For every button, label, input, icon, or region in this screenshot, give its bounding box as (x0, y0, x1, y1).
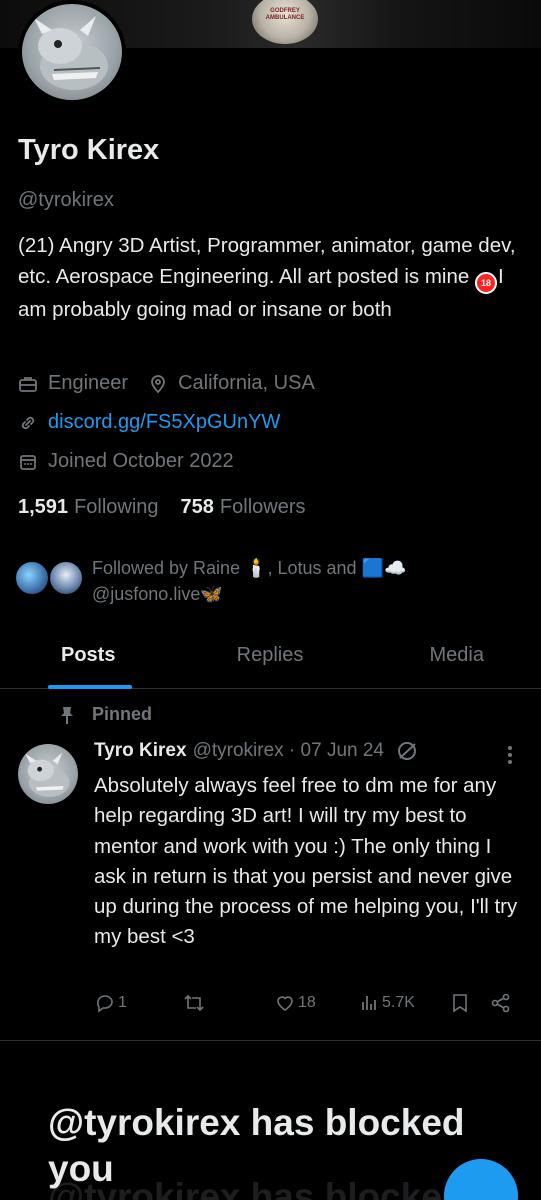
ambulance-emblem (252, 0, 318, 44)
bio-text-1: (21) Angry 3D Artist, Programmer, animat… (18, 234, 516, 288)
profession: Engineer (48, 372, 129, 394)
tab-media-label: Media (429, 644, 484, 666)
post-author-name[interactable]: Tyro Kirex (94, 740, 187, 762)
follower-avatar-1 (14, 560, 50, 596)
post-actions: 1 18 5.7K (94, 992, 524, 1022)
profile-meta-row-2: discord.gg/FS5XpGUnYW (18, 411, 280, 434)
no-under-18-icon: 18 (474, 272, 497, 294)
profile-meta-row-1: Engineer California, USA (18, 372, 315, 395)
profile-meta-row-3: Joined October 2022 (18, 450, 234, 473)
reply-count: 1 (118, 994, 127, 1011)
profile-name: Tyro Kirex (18, 134, 160, 166)
following-link[interactable]: 1,591 Following (18, 496, 159, 519)
emblem-text: GODFREY AMBULANCE (265, 8, 305, 21)
views-button[interactable]: 5.7K (358, 992, 415, 1014)
repost-button[interactable] (182, 992, 208, 1014)
location: California, USA (178, 372, 315, 394)
bookmark-button[interactable] (450, 992, 470, 1014)
profile-handle: @tyrokirex (18, 189, 114, 211)
tab-posts-label: Posts (61, 644, 116, 666)
follower-avatar-2 (48, 560, 84, 596)
tab-replies-label: Replies (236, 644, 304, 666)
repost-icon (184, 994, 204, 1012)
like-count: 18 (298, 994, 316, 1011)
reply-icon (97, 995, 113, 1013)
calendar-icon (20, 454, 36, 470)
tab-replies[interactable]: Replies (180, 630, 360, 688)
grok-icon[interactable] (396, 740, 418, 762)
link-icon (21, 416, 35, 429)
post-author-avatar[interactable] (18, 744, 78, 804)
share-button[interactable] (490, 992, 512, 1014)
profile-avatar[interactable] (18, 0, 126, 104)
share-icon (491, 993, 510, 1013)
heart-icon (277, 996, 293, 1011)
post-header: Tyro Kirex @tyrokirex · 07 Jun 24 (94, 740, 418, 762)
post-handle-date[interactable]: @tyrokirex · 07 Jun 24 (193, 740, 384, 762)
briefcase-icon (19, 376, 37, 392)
view-count: 5.7K (382, 994, 415, 1011)
like-button[interactable]: 18 (274, 992, 316, 1014)
tab-media[interactable]: Media (360, 630, 541, 688)
location-pin-icon (151, 374, 165, 393)
following-count: 1,591 (18, 496, 69, 518)
bookmark-icon (453, 994, 467, 1013)
post-divider (0, 1040, 541, 1041)
reply-button[interactable]: 1 (94, 992, 127, 1014)
followers-link[interactable]: 758 Followers (181, 496, 306, 519)
profile-bio: (21) Angry 3D Artist, Programmer, animat… (18, 230, 518, 325)
post-text: Absolutely always feel free to dm me for… (94, 774, 518, 949)
pinned-indicator: Pinned (58, 704, 152, 725)
more-options-icon[interactable] (503, 744, 517, 766)
followers-label: Followers (219, 496, 306, 518)
following-label: Following (74, 496, 159, 518)
joined-date: Joined October 2022 (48, 450, 234, 472)
follow-counts: 1,591 Following 758 Followers (18, 496, 306, 519)
tab-posts[interactable]: Posts (0, 630, 180, 689)
analytics-icon (362, 996, 376, 1010)
profile-tabs: Posts Replies Media (0, 630, 541, 689)
pin-icon (61, 706, 73, 724)
pinned-label: Pinned (92, 704, 153, 724)
active-tab-indicator (48, 685, 132, 689)
followed-by-text[interactable]: Followed by Raine 🕯️, Lotus and 🟦☁️ @jus… (92, 555, 512, 607)
followers-count: 758 (180, 496, 214, 518)
website-link[interactable]: discord.gg/FS5XpGUnYW (48, 411, 280, 434)
followed-by-avatars[interactable] (14, 560, 84, 598)
